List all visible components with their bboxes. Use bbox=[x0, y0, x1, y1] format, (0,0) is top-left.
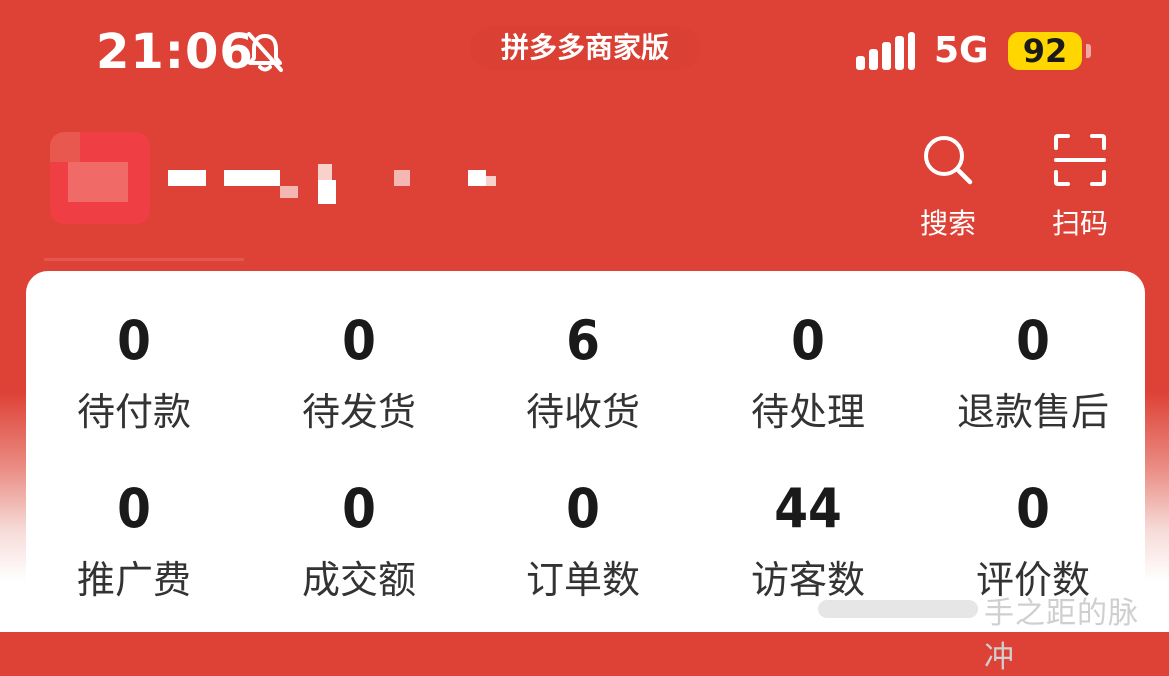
shop-name-blurred bbox=[168, 158, 508, 208]
stat-value: 0 bbox=[566, 477, 600, 540]
stat-promotion-fee[interactable]: 0 推广费 bbox=[34, 479, 234, 603]
stat-label: 待处理 bbox=[750, 390, 865, 434]
stat-value: 0 bbox=[1016, 477, 1050, 540]
header-divider bbox=[44, 258, 244, 261]
stat-refund-aftersale[interactable]: 0 退款售后 bbox=[933, 311, 1133, 435]
stat-pending-shipment[interactable]: 0 待发货 bbox=[259, 311, 459, 435]
shop-avatar[interactable] bbox=[50, 132, 150, 224]
stat-label: 退款售后 bbox=[956, 390, 1109, 434]
bell-muted-icon bbox=[244, 30, 286, 78]
stat-label: 推广费 bbox=[76, 558, 191, 602]
stat-transaction-amount[interactable]: 0 成交额 bbox=[259, 479, 459, 603]
stat-value: 0 bbox=[791, 309, 825, 372]
stat-pending-processing[interactable]: 0 待处理 bbox=[708, 311, 908, 435]
stat-value: 0 bbox=[342, 309, 376, 372]
stat-label: 订单数 bbox=[525, 558, 640, 602]
status-time: 21:06 bbox=[96, 24, 254, 80]
scan-icon bbox=[1040, 132, 1120, 188]
stat-pending-receipt[interactable]: 6 待收货 bbox=[483, 311, 683, 435]
cellular-signal-icon bbox=[856, 32, 916, 76]
stat-label: 待发货 bbox=[301, 390, 416, 434]
search-label: 搜索 bbox=[919, 207, 976, 240]
stat-pending-payment[interactable]: 0 待付款 bbox=[34, 311, 234, 435]
battery-level: 92 bbox=[1008, 32, 1082, 70]
network-type: 5G bbox=[934, 30, 989, 71]
stat-visitor-count[interactable]: 44 访客数 bbox=[708, 479, 908, 603]
scan-button[interactable]: 扫码 bbox=[1040, 132, 1120, 240]
scan-label: 扫码 bbox=[1051, 207, 1108, 240]
battery-tip bbox=[1086, 44, 1091, 58]
stat-label: 待付款 bbox=[76, 390, 191, 434]
search-icon bbox=[908, 132, 988, 188]
watermark-text: 手之距的脉冲 bbox=[984, 596, 1139, 675]
stat-order-count[interactable]: 0 订单数 bbox=[483, 479, 683, 603]
app-name-pill: 拼多多商家版 bbox=[470, 26, 700, 70]
stat-value: 0 bbox=[117, 477, 151, 540]
stats-card: 0 待付款 0 待发货 6 待收货 0 待处理 0 退款售后 0 推广费 0 成… bbox=[26, 271, 1145, 632]
stat-label: 成交额 bbox=[301, 558, 416, 602]
stat-value: 0 bbox=[117, 309, 151, 372]
search-button[interactable]: 搜索 bbox=[908, 132, 988, 240]
watermark-logo bbox=[818, 600, 978, 618]
stat-label: 待收货 bbox=[525, 390, 640, 434]
stat-label: 访客数 bbox=[750, 558, 865, 602]
stat-review-count[interactable]: 0 评价数 bbox=[933, 479, 1133, 603]
stat-value: 0 bbox=[1016, 309, 1050, 372]
stat-value: 44 bbox=[774, 477, 842, 540]
stat-value: 6 bbox=[566, 309, 600, 372]
stat-value: 0 bbox=[342, 477, 376, 540]
